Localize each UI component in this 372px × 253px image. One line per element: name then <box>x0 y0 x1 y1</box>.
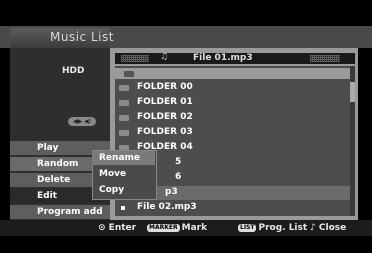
menu-program-add[interactable]: Program add <box>10 205 110 219</box>
list-item-label: 6 <box>175 172 182 182</box>
submenu-move[interactable]: Move <box>92 167 155 181</box>
folder-icon <box>119 130 129 136</box>
folder-icon <box>119 100 129 106</box>
music-list-screen: Music List HDD ◀▶ ◀) Play Random Delete … <box>0 0 372 253</box>
file-icon <box>121 206 125 210</box>
list-item-label: FOLDER 01 <box>137 97 193 107</box>
folder-icon <box>119 85 129 91</box>
close-hint: ♪ Close <box>310 221 346 235</box>
enter-hint: ⊙ Enter <box>98 223 137 233</box>
parent-folder-row[interactable] <box>115 68 350 79</box>
list-item[interactable]: FOLDER 00 <box>115 81 350 95</box>
header-grid-right <box>310 55 340 62</box>
current-file-name: File 01.mp3 <box>193 53 253 63</box>
list-item-label: FOLDER 00 <box>137 82 193 92</box>
parent-folder-icon <box>124 71 134 77</box>
disc-icon: ◀▶ ◀) <box>68 117 96 126</box>
return-icon: ♪ <box>310 223 316 233</box>
music-note-icon: ♫ <box>160 52 169 62</box>
list-item-label: 5 <box>175 157 182 167</box>
submenu-rename[interactable]: Rename <box>92 151 155 165</box>
list-button-icon: LIST <box>238 223 257 232</box>
list-item-label: File 02.mp3 <box>137 202 197 212</box>
prog-list-hint: LIST Prog. List <box>238 221 307 235</box>
list-item-label: p3 <box>165 187 178 197</box>
list-item[interactable]: FOLDER 01 <box>115 96 350 110</box>
marker-button-icon: MARKER <box>147 223 180 232</box>
mark-hint: MARKER Mark <box>147 221 207 235</box>
folder-icon <box>119 115 129 121</box>
submenu-copy[interactable]: Copy <box>92 183 155 197</box>
mark-label: Mark <box>181 223 208 233</box>
scrollbar-thumb[interactable] <box>350 82 355 102</box>
close-label: Close <box>318 223 347 233</box>
page-title: Music List <box>50 30 114 44</box>
list-item[interactable]: File 02.mp3 <box>115 201 350 215</box>
list-item[interactable]: FOLDER 03 <box>115 126 350 140</box>
list-item-label: FOLDER 02 <box>137 112 193 122</box>
list-item[interactable]: FOLDER 02 <box>115 111 350 125</box>
prog-list-label: Prog. List <box>258 223 308 233</box>
storage-label: HDD <box>62 66 85 76</box>
header-grid-left <box>121 55 149 62</box>
list-item-label: FOLDER 03 <box>137 127 193 137</box>
